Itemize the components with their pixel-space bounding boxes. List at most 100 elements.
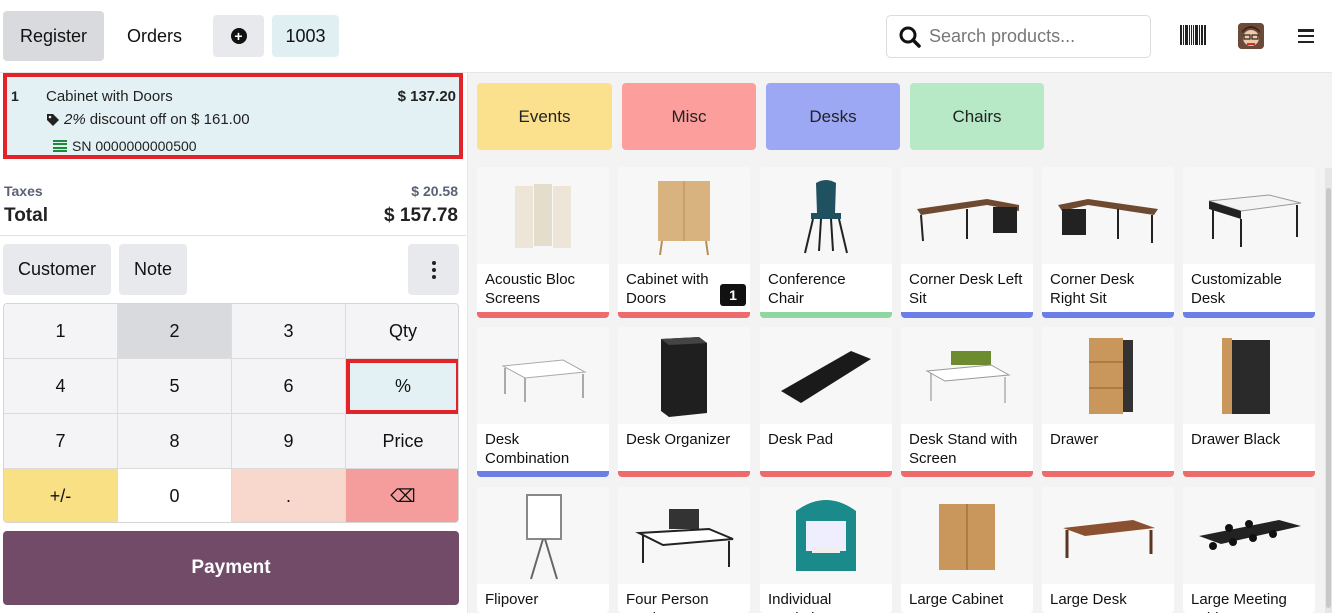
product-card[interactable]: Large Meeting Table [1183, 487, 1315, 613]
numpad-key-7[interactable]: 7 [4, 414, 118, 469]
orders-tab[interactable]: Orders [107, 11, 202, 61]
product-card[interactable]: Acoustic Bloc Screens [477, 167, 609, 318]
product-image [1042, 327, 1174, 424]
numpad-key-2[interactable]: 2 [118, 304, 232, 359]
numpad-backspace[interactable]: ⌫ [346, 469, 458, 522]
numpad-qty-mode[interactable]: Qty [346, 304, 458, 359]
tag-icon [47, 113, 59, 126]
product-name: Customizable Desk [1191, 271, 1282, 307]
product-card[interactable]: Individual Workplace [760, 487, 892, 613]
category-desks[interactable]: Desks [766, 83, 900, 150]
plus-circle-icon: + [230, 28, 247, 44]
customer-button[interactable]: Customer [3, 244, 111, 295]
product-scrollbar[interactable] [1325, 168, 1332, 613]
product-grid: Acoustic Bloc Screens Cabinet with Doors… [477, 167, 1327, 613]
numpad-discount-mode[interactable]: % [346, 359, 458, 414]
numpad-sign-toggle[interactable]: +/- [4, 469, 118, 522]
note-button[interactable]: Note [119, 244, 187, 295]
product-name: Conference Chair [768, 271, 846, 307]
product-card[interactable]: Conference Chair [760, 167, 892, 318]
product-card[interactable]: Corner Desk Left Sit [901, 167, 1033, 318]
product-name: Corner Desk Right Sit [1050, 271, 1135, 307]
product-image [618, 327, 750, 424]
product-card[interactable]: Four Person Desk [618, 487, 750, 613]
product-image [1042, 167, 1174, 264]
product-card[interactable]: Customizable Desk [1183, 167, 1315, 318]
product-image [1183, 327, 1315, 424]
total-label: Total [4, 205, 48, 226]
product-name: Large Cabinet [909, 591, 1004, 608]
user-avatar[interactable] [1238, 23, 1264, 49]
line-quantity: 1 [11, 88, 19, 104]
category-color-bar [1042, 471, 1174, 477]
numpad: 1 2 3 Qty 4 5 6 % 7 8 9 Price +/- 0 . ⌫ [3, 303, 459, 523]
product-image [760, 487, 892, 584]
category-color-bar [1183, 312, 1315, 318]
numpad-key-0[interactable]: 0 [118, 469, 232, 522]
product-name: Drawer [1050, 431, 1099, 448]
register-tab[interactable]: Register [3, 11, 104, 61]
product-image [477, 327, 609, 424]
product-card[interactable]: Desk Organizer [618, 327, 750, 477]
product-name: Desk Pad [768, 431, 834, 448]
product-name: Desk Stand with Screen [909, 431, 1018, 467]
product-image [618, 167, 750, 264]
category-misc[interactable]: Misc [622, 83, 756, 150]
product-image [618, 487, 750, 584]
divider [0, 235, 466, 236]
product-name: Drawer Black [1191, 431, 1281, 448]
category-color-bar [760, 471, 892, 477]
product-card[interactable]: Desk Pad [760, 327, 892, 477]
numpad-key-9[interactable]: 9 [232, 414, 346, 469]
product-card[interactable]: Cabinet with Doors 1 [618, 167, 750, 318]
category-color-bar [901, 471, 1033, 477]
order-line[interactable]: 1 Cabinet with Doors $ 137.20 2% discoun… [3, 73, 463, 159]
product-image [1042, 487, 1174, 584]
numpad-key-6[interactable]: 6 [232, 359, 346, 414]
more-actions-button[interactable] [408, 244, 459, 295]
product-card[interactable]: Large Desk [1042, 487, 1174, 613]
product-image [760, 167, 892, 264]
category-color-bar [901, 312, 1033, 318]
barcode-icon[interactable] [1180, 25, 1206, 45]
payment-button[interactable]: Payment [3, 531, 459, 605]
product-name: Desk Combination [485, 431, 570, 467]
product-name: Four Person Desk [626, 591, 709, 613]
product-card[interactable]: Drawer Black [1183, 327, 1315, 477]
product-card[interactable]: Drawer [1042, 327, 1174, 477]
product-image [1183, 167, 1315, 264]
menu-icon[interactable] [1298, 29, 1314, 43]
category-color-bar [760, 312, 892, 318]
category-color-bar [618, 471, 750, 477]
product-image [477, 167, 609, 264]
product-image [1183, 487, 1315, 584]
taxes-label: Taxes [4, 183, 43, 199]
product-image [901, 487, 1033, 584]
product-search-box[interactable] [886, 15, 1151, 58]
numpad-decimal[interactable]: . [232, 469, 346, 522]
numpad-key-4[interactable]: 4 [4, 359, 118, 414]
product-name: Large Meeting Table [1191, 591, 1287, 613]
product-card[interactable]: Desk Stand with Screen [901, 327, 1033, 477]
discount-text: discount off on $ 161.00 [89, 111, 250, 128]
product-image [760, 327, 892, 424]
product-card[interactable]: Corner Desk Right Sit [1042, 167, 1174, 318]
product-name: Desk Organizer [626, 431, 731, 448]
numpad-key-8[interactable]: 8 [118, 414, 232, 469]
search-input[interactable] [929, 26, 1149, 47]
category-chairs[interactable]: Chairs [910, 83, 1044, 150]
numpad-key-1[interactable]: 1 [4, 304, 118, 359]
new-order-button[interactable]: + [213, 15, 264, 57]
line-serial-number[interactable]: SN 0000000000500 [53, 138, 197, 154]
numpad-price-mode[interactable]: Price [346, 414, 458, 469]
numpad-key-3[interactable]: 3 [232, 304, 346, 359]
product-card[interactable]: Flipover [477, 487, 609, 613]
numpad-key-5[interactable]: 5 [118, 359, 232, 414]
current-order-tab[interactable]: 1003 [272, 15, 339, 57]
product-panel: Events Misc Desks Chairs Acoustic Bloc S… [467, 73, 1332, 613]
discount-percent: 2% [64, 111, 86, 128]
line-price: $ 137.20 [397, 88, 456, 105]
product-card[interactable]: Large Cabinet [901, 487, 1033, 613]
product-card[interactable]: Desk Combination [477, 327, 609, 477]
category-events[interactable]: Events [477, 83, 612, 150]
